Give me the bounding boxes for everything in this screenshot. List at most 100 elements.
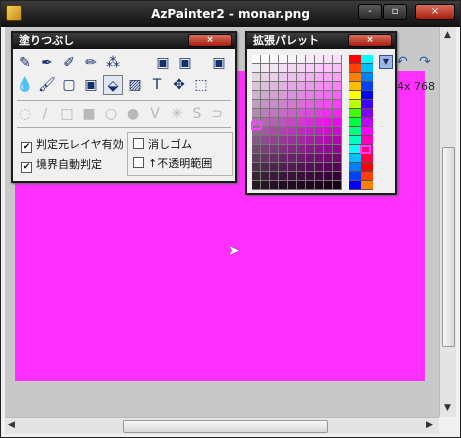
palette-swatch[interactable]: [252, 100, 261, 109]
palette-swatch[interactable]: [306, 136, 315, 145]
vertical-scrollbar[interactable]: ▲ ▼: [439, 27, 456, 417]
palette-swatch[interactable]: [279, 145, 288, 154]
palette-swatch[interactable]: [270, 181, 279, 190]
line-sub-tool-icon[interactable]: /: [35, 104, 55, 124]
scroll-down-icon[interactable]: ▼: [444, 403, 451, 413]
palette-swatch[interactable]: [306, 64, 315, 73]
palette-swatch[interactable]: [270, 64, 279, 73]
palette-panel-close-button[interactable]: ×: [348, 34, 392, 47]
palette-swatch[interactable]: [315, 73, 324, 82]
palette-swatch[interactable]: [252, 136, 261, 145]
palette-swatch[interactable]: [315, 109, 324, 118]
palette-swatch[interactable]: [288, 172, 297, 181]
palette-swatch[interactable]: [297, 181, 306, 190]
palette-swatch[interactable]: [279, 91, 288, 100]
vertical-scroll-thumb[interactable]: [442, 147, 455, 347]
palette-swatch[interactable]: [270, 145, 279, 154]
palette-swatch[interactable]: [297, 55, 306, 64]
palette-swatch[interactable]: [315, 181, 324, 190]
palette-swatch[interactable]: [315, 136, 324, 145]
palette-swatch[interactable]: [333, 100, 342, 109]
palette-swatch[interactable]: [270, 82, 279, 91]
ellipse-sub-tool-icon[interactable]: ○: [101, 104, 121, 124]
palette-swatch[interactable]: [297, 154, 306, 163]
palette-swatch[interactable]: [288, 154, 297, 163]
rect-sub-tool-icon[interactable]: □: [57, 104, 77, 124]
palette-swatch[interactable]: [315, 64, 324, 73]
fill-ellipse-sub-tool-icon[interactable]: ●: [123, 104, 143, 124]
box-tool-a-icon[interactable]: ▣: [153, 53, 173, 73]
palette-swatch[interactable]: [288, 118, 297, 127]
palette-swatch[interactable]: [270, 91, 279, 100]
palette-swatch[interactable]: [279, 55, 288, 64]
palette-swatch[interactable]: [324, 172, 333, 181]
frame-tool-icon[interactable]: ▢: [59, 75, 79, 95]
palette-swatch[interactable]: [306, 109, 315, 118]
palette-swatch[interactable]: [333, 82, 342, 91]
palette-swatch[interactable]: [252, 181, 261, 190]
palette-swatch[interactable]: [315, 163, 324, 172]
undo-icon[interactable]: ↶: [396, 54, 408, 70]
palette-swatch[interactable]: [261, 181, 270, 190]
minimize-button[interactable]: -: [358, 4, 382, 20]
hue-swatch[interactable]: [349, 64, 361, 73]
palette-swatch[interactable]: [306, 154, 315, 163]
palette-swatch[interactable]: [279, 136, 288, 145]
palette-swatch[interactable]: [261, 154, 270, 163]
palette-swatch[interactable]: [279, 118, 288, 127]
hue-swatch[interactable]: [349, 136, 361, 145]
hue-swatch[interactable]: [349, 100, 361, 109]
palette-swatch[interactable]: [252, 55, 261, 64]
select-tool-icon[interactable]: ⬚: [191, 75, 211, 95]
palette-swatch[interactable]: [252, 145, 261, 154]
palette-swatch[interactable]: [333, 73, 342, 82]
palette-swatch[interactable]: [261, 91, 270, 100]
scroll-right-icon[interactable]: ▶: [426, 420, 433, 430]
palette-swatch[interactable]: [333, 55, 342, 64]
circle-sub-tool-icon[interactable]: ◌: [15, 104, 35, 124]
water-drop-icon[interactable]: 💧: [15, 75, 35, 95]
palette-swatch[interactable]: [333, 109, 342, 118]
palette-swatch[interactable]: [324, 127, 333, 136]
palette-swatch[interactable]: [288, 100, 297, 109]
smudge-tool-icon[interactable]: 🖌: [37, 75, 57, 95]
hue-swatch[interactable]: [349, 118, 361, 127]
hue-swatch[interactable]: [361, 100, 373, 109]
pen-tool-icon[interactable]: ✎: [15, 53, 35, 73]
hue-swatch[interactable]: [349, 55, 361, 64]
palette-swatch[interactable]: [333, 163, 342, 172]
option-opaque-range[interactable]: ↑不透明範囲: [133, 155, 212, 171]
palette-swatch[interactable]: [333, 172, 342, 181]
palette-swatch[interactable]: [324, 73, 333, 82]
palette-swatch[interactable]: [333, 127, 342, 136]
palette-swatch[interactable]: [270, 154, 279, 163]
palette-swatch[interactable]: [279, 154, 288, 163]
palette-swatch[interactable]: [270, 100, 279, 109]
palette-swatch[interactable]: [270, 118, 279, 127]
palette-swatch[interactable]: [324, 82, 333, 91]
palette-swatch[interactable]: [297, 109, 306, 118]
palette-swatch[interactable]: [252, 172, 261, 181]
palette-swatch[interactable]: [261, 145, 270, 154]
checkbox-unchecked[interactable]: [133, 157, 144, 168]
palette-swatch[interactable]: [297, 118, 306, 127]
arc-sub-tool-icon[interactable]: ⊃: [207, 104, 227, 124]
checkbox-checked[interactable]: ✔: [21, 142, 32, 153]
palette-swatch[interactable]: [288, 91, 297, 100]
box-tool-b-icon[interactable]: ▣: [175, 53, 195, 73]
palette-swatch[interactable]: [324, 163, 333, 172]
palette-swatch[interactable]: [306, 172, 315, 181]
scroll-up-icon[interactable]: ▲: [444, 30, 451, 40]
palette-swatch[interactable]: [333, 145, 342, 154]
palette-swatch[interactable]: [279, 181, 288, 190]
hue-swatch[interactable]: [349, 109, 361, 118]
gradient-tool-icon[interactable]: ▨: [125, 75, 145, 95]
palette-swatch[interactable]: [324, 118, 333, 127]
fill-panel-close-button[interactable]: ×: [188, 34, 232, 47]
palette-swatch[interactable]: [333, 181, 342, 190]
palette-swatch[interactable]: [333, 91, 342, 100]
palette-swatch[interactable]: [288, 73, 297, 82]
hue-swatch[interactable]: [361, 154, 373, 163]
palette-swatch[interactable]: [288, 163, 297, 172]
palette-panel-titlebar[interactable]: 拡張パレット ×: [247, 33, 395, 49]
